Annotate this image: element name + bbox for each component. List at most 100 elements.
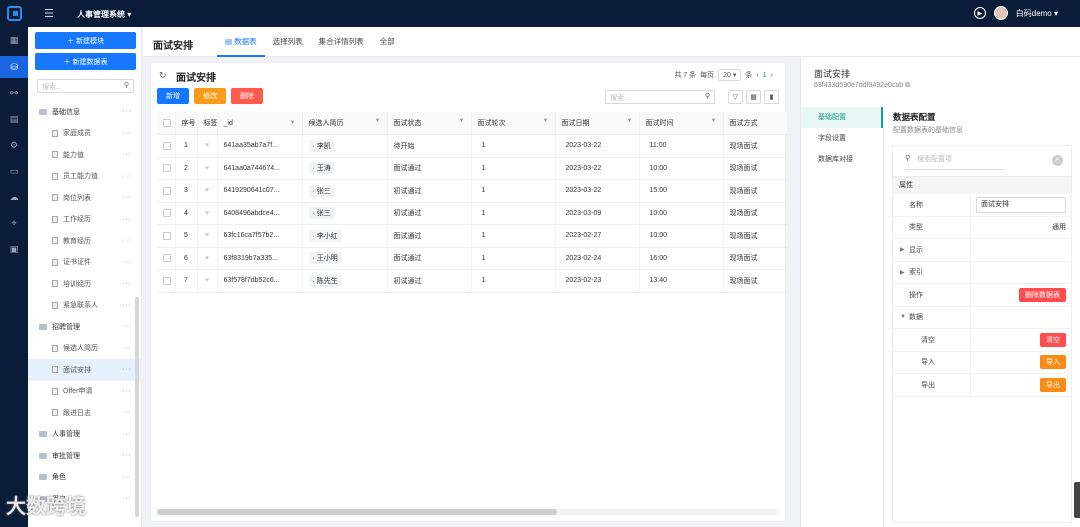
table-row[interactable]: 2 ♥ 641aa0a744674... · 王涛 面试通过 1 2023-03-22 10:… <box>157 157 788 180</box>
more-icon[interactable]: ··· <box>122 259 132 266</box>
edit-button[interactable]: 修改 <box>194 88 226 104</box>
row-checkbox[interactable] <box>163 231 171 240</box>
more-icon[interactable]: ··· <box>122 452 132 459</box>
tab-all[interactable]: 全部 <box>372 27 403 57</box>
clear-button[interactable]: 清空 <box>1040 332 1066 347</box>
row-checkbox[interactable] <box>163 254 171 263</box>
sidebar-item[interactable]: 基础信息 ··· <box>28 101 142 123</box>
table-row[interactable]: 7 ♥ 63f578f7db52c6... · 陈先生 初试通过 1 2023-02-23 1… <box>157 269 788 293</box>
row-checkbox[interactable] <box>163 209 171 218</box>
sidebar-item[interactable]: 工作经历 ··· <box>28 209 142 231</box>
more-icon[interactable]: ··· <box>122 151 132 158</box>
sidebar-item[interactable]: 角色 ··· <box>28 467 142 489</box>
table-row[interactable]: 3 ♥ 6419290641c07... · 张三 初试通过 1 2023-03-22 15:… <box>157 179 788 203</box>
row-select-cell[interactable] <box>157 224 176 248</box>
sidebar-search-input[interactable]: 搜索... ⚲ <box>37 79 134 93</box>
export-button[interactable]: 导出 <box>1040 377 1066 392</box>
more-icon[interactable]: ··· <box>122 366 132 373</box>
candidate-tag[interactable]: · 李小红 <box>308 229 342 242</box>
tag-icon[interactable]: ♥ <box>197 269 218 293</box>
select-all-cell[interactable] <box>157 112 176 135</box>
sidebar-item[interactable]: 家庭成员 ··· <box>28 123 142 145</box>
col-header[interactable]: 面试方式 <box>723 112 788 135</box>
sidebar-item[interactable]: 教育经历 ··· <box>28 230 142 252</box>
settings-icon[interactable]: ⚙ <box>7 138 21 152</box>
table-row[interactable]: 6 ♥ 63f8319b7a335... · 王小明 面试通过 1 2023-02-24 16… <box>157 247 788 270</box>
tag-icon[interactable]: ♥ <box>197 202 218 225</box>
config-search-input[interactable]: ⚲ 搜索配置项 <box>905 154 1005 170</box>
play-icon[interactable]: ▶ <box>973 7 986 19</box>
grid-icon[interactable]: ▦ <box>746 90 761 104</box>
row-checkbox[interactable] <box>163 164 171 173</box>
chevron-down-icon[interactable]: ▼ <box>900 314 906 320</box>
table-horizontal-scrollbar[interactable] <box>157 509 777 515</box>
tag-icon[interactable]: ♥ <box>197 224 218 248</box>
chevron-down-icon[interactable]: ▼ <box>459 118 465 124</box>
table-search-input[interactable]: 搜索... ⚲ <box>605 90 715 104</box>
row-select-cell[interactable] <box>157 134 176 158</box>
row-select-cell[interactable] <box>157 269 176 293</box>
tag-icon[interactable]: ♥ <box>197 179 218 203</box>
chevron-right-icon[interactable]: ▶ <box>900 269 905 276</box>
col-header[interactable]: 面试时间 ▼ <box>639 112 724 135</box>
search-icon[interactable]: ⚲ <box>705 92 710 100</box>
panel-resize-handle[interactable] <box>1074 482 1080 518</box>
page-size-select[interactable]: 20 ▾ <box>718 69 742 81</box>
prev-page-icon[interactable]: ‹ <box>756 72 758 79</box>
tag-icon[interactable]: ♥ <box>197 134 218 158</box>
row-checkbox[interactable] <box>163 141 171 150</box>
nav-field-settings[interactable]: 字段设置 <box>801 128 883 149</box>
sidebar-item[interactable]: 人事管理 ··· <box>28 424 142 446</box>
table-row[interactable]: 1 ♥ 641aa35ab7a7f... · 李凯 待开始 1 2023-03-22 11:0… <box>157 134 788 158</box>
more-icon[interactable]: ··· <box>122 323 132 330</box>
tab-collection-detail[interactable]: 集合详情列表 <box>311 27 372 57</box>
more-icon[interactable]: ··· <box>122 130 132 137</box>
candidate-tag[interactable]: · 王小明 <box>308 252 342 265</box>
candidate-tag[interactable]: · 王涛 <box>308 162 335 175</box>
row-checkbox[interactable] <box>163 276 171 285</box>
chevron-down-icon[interactable]: ▼ <box>543 118 549 124</box>
more-icon[interactable]: ··· <box>122 302 132 309</box>
app-switcher[interactable]: 人事管理系统 ▾ <box>77 9 131 20</box>
sidebar-item[interactable]: 招聘管理 ··· <box>28 316 142 338</box>
more-icon[interactable]: ··· <box>122 194 132 201</box>
candidate-tag[interactable]: · 张三 <box>308 207 335 220</box>
more-icon[interactable]: ··· <box>122 280 132 287</box>
chevron-down-icon[interactable]: ▼ <box>627 118 633 124</box>
sidebar-item[interactable]: 面试安排 ··· <box>28 359 142 381</box>
app-logo-icon[interactable] <box>7 6 22 21</box>
flow-icon[interactable]: ⚯ <box>7 86 21 100</box>
tag-icon[interactable]: ♥ <box>197 247 218 270</box>
sidebar-item[interactable]: 培训经历 ··· <box>28 273 142 295</box>
sidebar-item[interactable]: Offer申请 ··· <box>28 381 142 403</box>
more-icon[interactable]: ··· <box>122 345 132 352</box>
page-icon[interactable]: ▤ <box>7 112 21 126</box>
chevron-right-icon[interactable]: ▶ <box>900 246 905 253</box>
sidebar-item[interactable]: 证书证件 ··· <box>28 252 142 274</box>
candidate-tag[interactable]: · 陈先生 <box>308 274 342 287</box>
row-select-cell[interactable] <box>157 179 176 203</box>
sidebar-item[interactable]: 岗位列表 ··· <box>28 187 142 209</box>
col-header[interactable]: 面试轮次 ▼ <box>471 112 556 135</box>
tag-icon[interactable]: ♥ <box>197 157 218 180</box>
tab-select-list[interactable]: 选择列表 <box>265 27 311 57</box>
candidate-tag[interactable]: · 李凯 <box>308 139 335 152</box>
col-header[interactable]: 候选人简历 ▼ <box>302 112 388 135</box>
database-icon[interactable]: ⛁ <box>0 56 28 78</box>
more-icon[interactable]: ··· <box>122 409 132 416</box>
chevron-down-icon[interactable]: ▼ <box>711 118 717 124</box>
more-icon[interactable]: ··· <box>122 108 132 115</box>
nav-basic-config[interactable]: 基础配置 <box>801 107 883 128</box>
row-select-cell[interactable] <box>157 202 176 225</box>
search-icon[interactable]: ⚲ <box>124 81 129 89</box>
page-number[interactable]: 1 <box>763 72 767 79</box>
name-field[interactable]: 面试安排 <box>976 196 1066 213</box>
col-header[interactable]: _id ▼ <box>217 112 303 135</box>
avatar[interactable] <box>993 6 1008 20</box>
tab-datatable[interactable]: ▤ 数据表 <box>217 27 265 57</box>
row-select-cell[interactable] <box>157 247 176 270</box>
storage-icon[interactable]: ▭ <box>7 164 21 178</box>
more-icon[interactable]: ··· <box>122 495 132 502</box>
add-button[interactable]: 新增 <box>157 88 189 104</box>
sidebar-item[interactable]: 候选人简历 ··· <box>28 338 142 360</box>
